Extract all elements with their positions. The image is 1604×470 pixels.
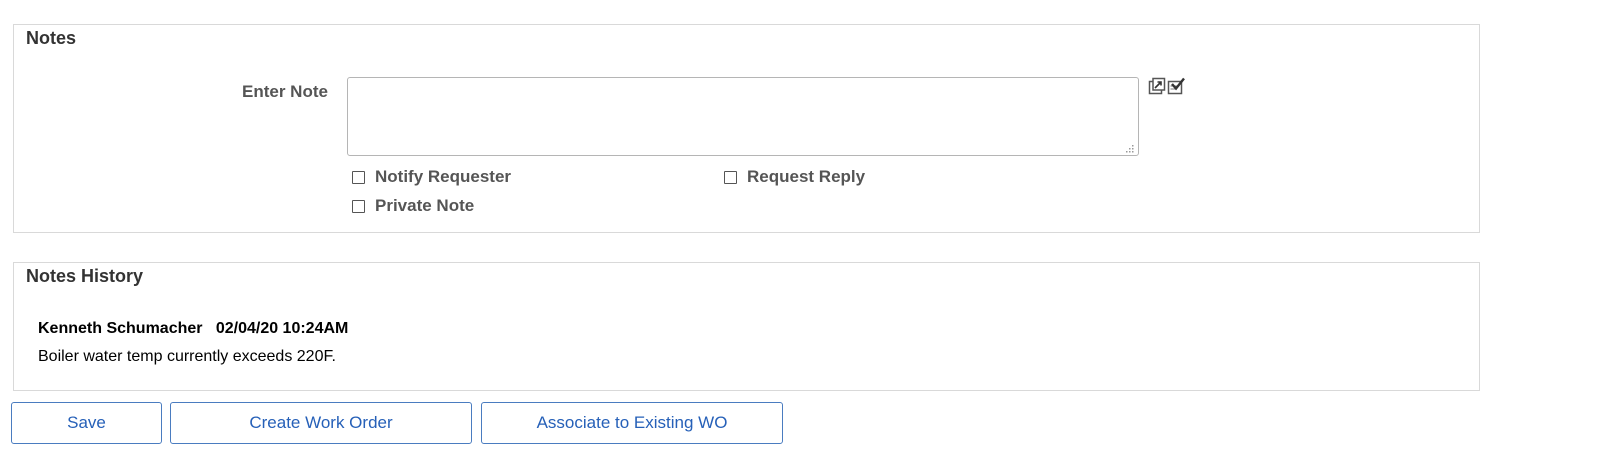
associate-existing-wo-button[interactable]: Associate to Existing WO [481,402,783,444]
notify-requester-checkbox[interactable] [352,170,365,184]
notes-panel: Notes Enter Note Notify Requester Reques… [13,24,1480,233]
enter-note-label: Enter Note [242,82,328,101]
expand-icon[interactable] [1148,77,1166,95]
create-work-order-button[interactable]: Create Work Order [170,402,472,444]
history-entry-author: Kenneth Schumacher [38,320,203,337]
resize-grip-icon[interactable] [1124,143,1134,153]
enter-note-textarea[interactable] [347,77,1139,156]
notify-requester-label: Notify Requester [375,167,512,186]
private-note-label: Private Note [375,196,475,215]
history-entry-timestamp: 02/04/20 10:24AM [215,320,349,337]
private-note-option[interactable]: Private Note [352,196,474,216]
spell-check-icon[interactable] [1167,77,1185,95]
notes-history-panel: Notes History Kenneth Schumacher 02/04/2… [13,262,1480,391]
history-entry-text: Boiler water temp currently exceeds 220F… [38,348,336,365]
request-reply-checkbox[interactable] [724,170,737,184]
request-reply-label: Request Reply [747,167,866,186]
history-entry-header: Kenneth Schumacher 02/04/20 10:24AM [38,320,348,338]
notify-requester-option[interactable]: Notify Requester [352,167,511,187]
notes-title: Notes [26,28,77,48]
save-button[interactable]: Save [11,402,162,444]
notes-history-title: Notes History [26,266,144,286]
private-note-checkbox[interactable] [352,199,365,213]
request-reply-option[interactable]: Request Reply [724,167,865,187]
